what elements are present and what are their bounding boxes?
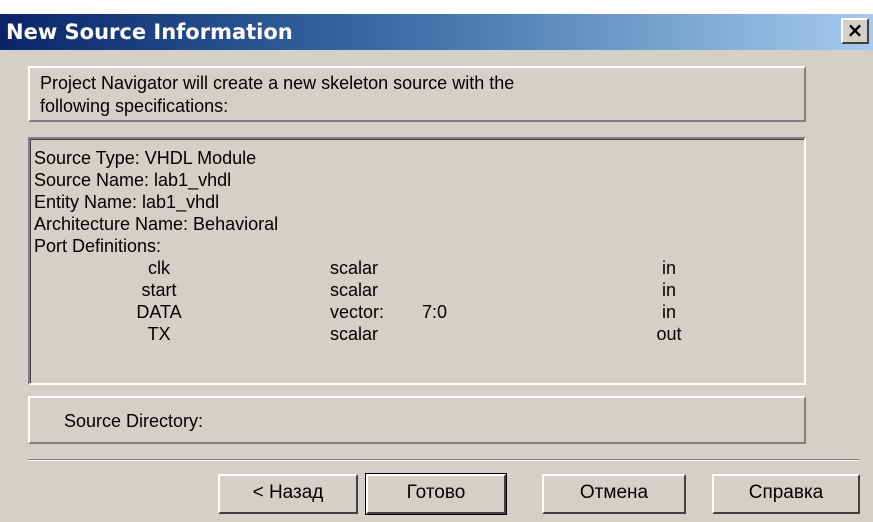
source-name: Source Name: lab1_vhdl	[34, 170, 232, 190]
window-title: New Source Information	[6, 20, 293, 44]
new-source-information-dialog: New Source Information × Project Navigat…	[0, 14, 873, 522]
port-direction: in	[661, 280, 676, 300]
specifications-panel: Source Type: VHDL Module Source Name: la…	[28, 137, 806, 385]
source-directory-label: Source Directory:	[64, 411, 204, 431]
close-icon: ×	[846, 18, 864, 42]
button-separator	[28, 459, 859, 461]
port-row: start scalar in	[34, 279, 800, 301]
port-range: 7:0	[422, 302, 448, 322]
close-button[interactable]: ×	[841, 18, 869, 44]
port-name: clk	[148, 258, 170, 278]
source-type: Source Type: VHDL Module	[34, 148, 257, 168]
back-button[interactable]: < Назад	[218, 474, 358, 514]
title-bar[interactable]: New Source Information ×	[0, 14, 873, 50]
source-directory-panel: Source Directory:	[28, 396, 806, 444]
port-name: TX	[147, 324, 171, 344]
intro-line-2: following specifications:	[40, 96, 229, 116]
architecture-name: Architecture Name: Behavioral	[34, 214, 279, 234]
intro-line-1: Project Navigator will create a new skel…	[40, 73, 515, 93]
port-definitions-label: Port Definitions:	[34, 236, 162, 256]
port-row: DATA vector: 7:0 in	[34, 301, 800, 323]
intro-panel: Project Navigator will create a new skel…	[28, 66, 806, 122]
entity-name: Entity Name: lab1_vhdl	[34, 192, 220, 212]
port-row: clk scalar in	[34, 257, 800, 279]
port-direction: in	[661, 258, 676, 278]
top-cropped-area	[0, 0, 873, 14]
cancel-button[interactable]: Отмена	[542, 474, 686, 514]
port-type: scalar	[330, 324, 379, 344]
finish-button[interactable]: Готово	[365, 473, 507, 515]
help-button[interactable]: Справка	[712, 474, 860, 514]
port-type: vector:	[330, 302, 385, 322]
port-row: TX scalar out	[34, 323, 800, 345]
port-type: scalar	[330, 280, 379, 300]
port-name: DATA	[136, 302, 182, 322]
port-direction: out	[656, 324, 682, 344]
port-direction: in	[661, 302, 676, 322]
port-name: start	[141, 280, 177, 300]
port-type: scalar	[330, 258, 379, 278]
